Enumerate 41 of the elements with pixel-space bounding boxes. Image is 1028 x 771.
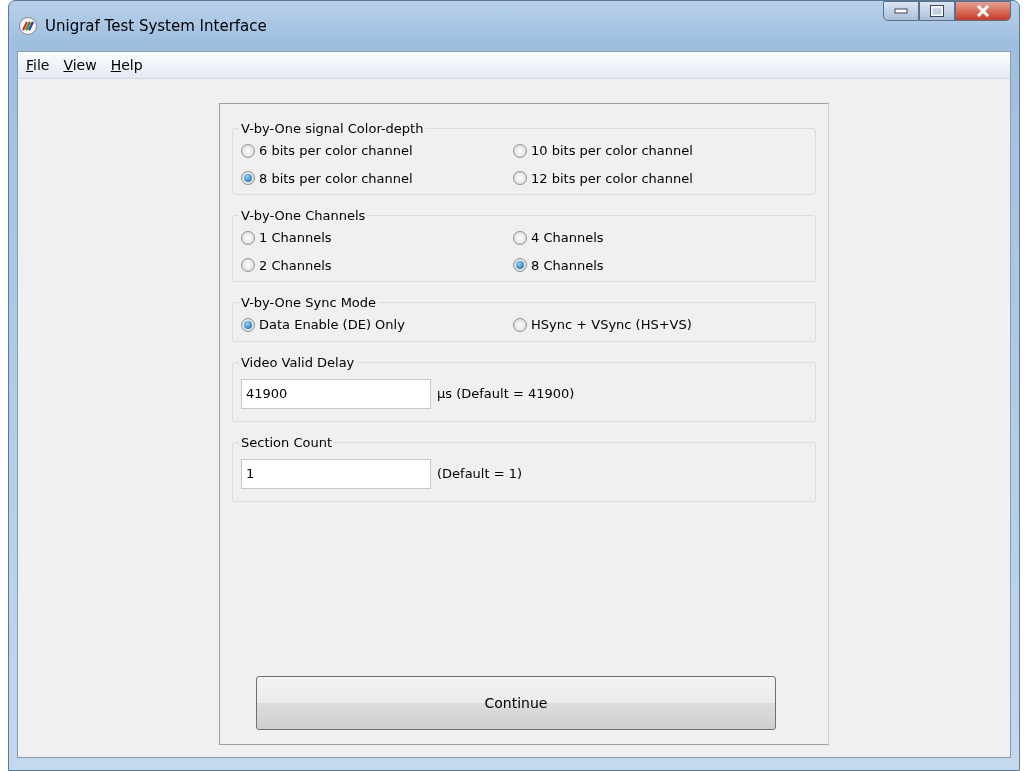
radio-button[interactable]: [513, 230, 527, 245]
menu-item[interactable]: File: [20, 54, 56, 76]
radio-button[interactable]: [241, 317, 255, 332]
continue-button[interactable]: Continue: [256, 676, 776, 730]
radio-label[interactable]: 6 bits per color channel: [259, 141, 413, 161]
radio-button[interactable]: [513, 258, 527, 273]
group-title: Section Count: [240, 435, 334, 449]
radio-button[interactable]: [241, 143, 255, 158]
group-title: Video Valid Delay: [240, 355, 356, 369]
menu-item[interactable]: Help: [104, 54, 149, 76]
radio-button[interactable]: [241, 171, 255, 186]
radio-label[interactable]: Data Enable (DE) Only: [259, 315, 405, 335]
window-title: Unigraf Test System Interface: [45, 15, 267, 37]
radio-button[interactable]: [241, 258, 255, 273]
radio-label[interactable]: 10 bits per color channel: [531, 141, 693, 161]
radio-label[interactable]: 4 Channels: [531, 228, 604, 248]
radio-label[interactable]: 8 Channels: [531, 255, 604, 275]
app-logo-icon: [19, 17, 37, 35]
group-title: V-by-One signal Color-depth: [240, 122, 425, 135]
close-button[interactable]: [955, 1, 1011, 21]
radio-label[interactable]: 2 Channels: [259, 255, 332, 275]
unit-label: (Default = 1): [437, 464, 523, 483]
radio-button[interactable]: [513, 143, 527, 158]
minimize-button[interactable]: [883, 1, 919, 21]
close-icon: [976, 5, 990, 17]
radio-button[interactable]: [513, 171, 527, 186]
radio-label[interactable]: HSync + VSync (HS+VS): [531, 315, 692, 335]
radio-label[interactable]: 1 Channels: [259, 228, 332, 248]
input-field[interactable]: 41900: [241, 378, 431, 409]
minimize-icon: [894, 8, 908, 14]
group-title: V-by-One Channels: [240, 209, 367, 222]
input-field[interactable]: 1: [241, 458, 431, 489]
radio-button[interactable]: [241, 230, 255, 245]
radio-button[interactable]: [513, 317, 527, 332]
radio-label[interactable]: 12 bits per color channel: [531, 168, 693, 188]
unit-label: µs (Default = 41900): [437, 384, 575, 403]
group-title: V-by-One Sync Mode: [240, 296, 378, 309]
maximize-button[interactable]: [919, 1, 955, 21]
radio-label[interactable]: 8 bits per color channel: [259, 168, 413, 188]
maximize-icon: [930, 5, 944, 17]
menu-item[interactable]: View: [57, 54, 103, 76]
